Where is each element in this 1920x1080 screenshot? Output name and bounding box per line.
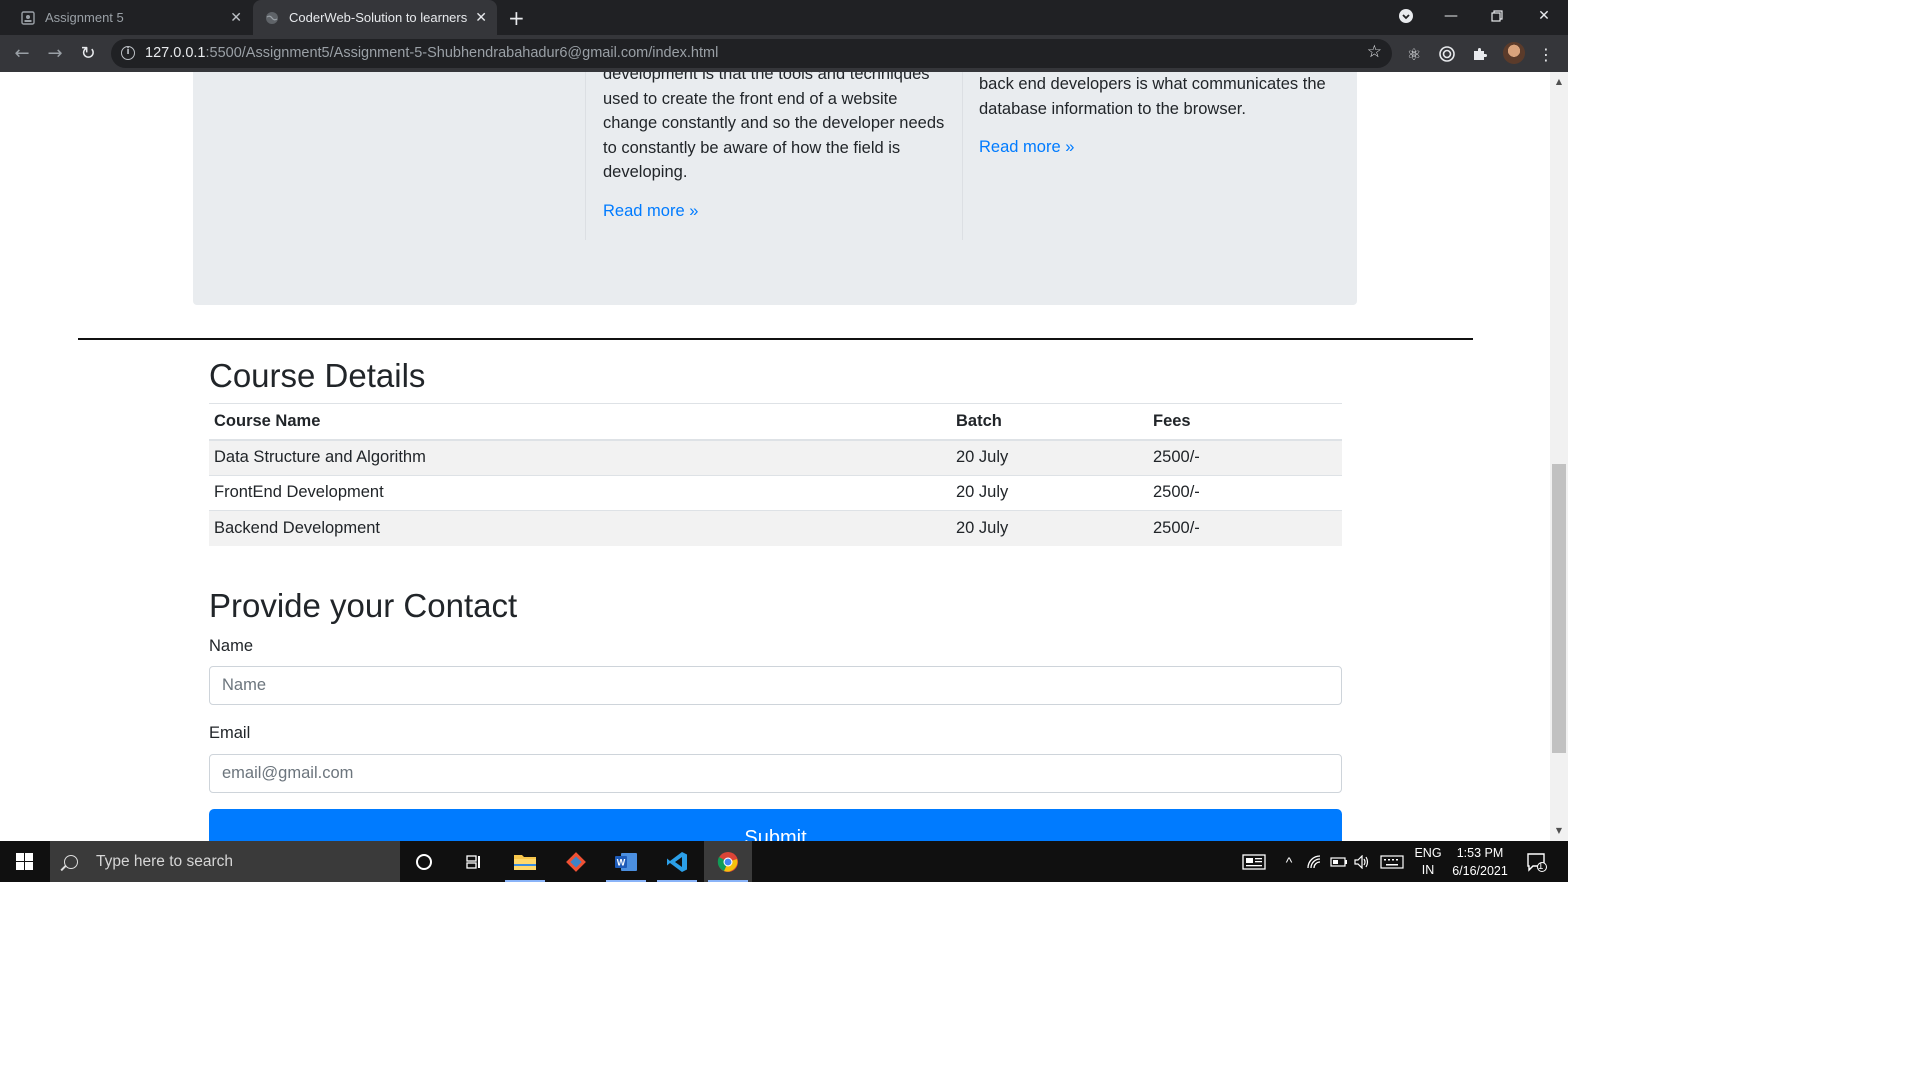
course-table: Course Name Batch Fees Data Structure an… (209, 403, 1342, 546)
show-hidden-icons-chevron-icon[interactable]: ^ (1280, 841, 1298, 882)
page-icon (21, 10, 35, 25)
table-row: Backend Development 20 July 2500/- (209, 510, 1342, 546)
extensions-puzzle-icon[interactable] (1469, 43, 1491, 65)
tab-title: CoderWeb-Solution to learners (289, 10, 468, 25)
task-view-icon[interactable] (450, 841, 498, 882)
column-header: Fees (1148, 403, 1342, 441)
batch-cell: 20 July (951, 439, 1148, 475)
globe-icon (265, 11, 279, 25)
reload-icon[interactable]: ↻ (73, 35, 103, 72)
cortana-icon[interactable] (400, 841, 448, 882)
back-icon[interactable]: ← (7, 35, 37, 72)
column-divider (962, 72, 963, 240)
extension-target-icon[interactable] (1436, 43, 1458, 65)
react-devtools-icon[interactable]: ⚛ (1403, 43, 1425, 65)
course-name-cell: Data Structure and Algorithm (209, 439, 951, 475)
input-language-indicator[interactable]: ENG IN (1410, 841, 1446, 882)
column-header: Batch (951, 403, 1148, 441)
read-more-link[interactable]: Read more » (979, 138, 1074, 157)
name-input[interactable] (209, 666, 1342, 705)
page-viewport: development is that the tools and techni… (0, 72, 1550, 841)
fees-cell: 2500/- (1148, 474, 1342, 511)
keyboard-icon[interactable] (1378, 841, 1406, 882)
menu-kebab-icon[interactable]: ⋮ (1535, 43, 1557, 65)
close-tab-icon[interactable]: ✕ (475, 9, 487, 26)
taskbar-search-box[interactable]: Type here to search (50, 841, 400, 882)
word-icon[interactable]: W (602, 841, 650, 882)
address-bar[interactable]: i 127.0.0.1:5500/Assignment5/Assignment-… (111, 39, 1392, 68)
clock-time: 1:53 PM (1456, 845, 1504, 860)
tab-title: Assignment 5 (45, 10, 124, 25)
bookmark-star-icon[interactable]: ☆ (1367, 42, 1382, 62)
browser-toolbar: ← → ↻ i 127.0.0.1:5500/Assignment5/Assig… (0, 35, 1568, 72)
course-name-cell: Backend Development (209, 510, 951, 546)
fees-cell: 2500/- (1148, 510, 1342, 546)
page-scrollbar[interactable]: ▲ ▼ (1550, 72, 1568, 841)
email-input[interactable] (209, 754, 1342, 793)
fees-cell: 2500/- (1148, 439, 1342, 475)
column-header: Course Name (209, 403, 951, 441)
search-icon (64, 854, 78, 869)
course-details-heading: Course Details (209, 357, 426, 394)
minimize-icon[interactable]: — (1428, 0, 1474, 32)
profile-avatar[interactable] (1503, 42, 1525, 64)
close-window-icon[interactable]: ✕ (1521, 0, 1567, 32)
restore-icon[interactable] (1474, 0, 1520, 32)
browser-tab-bar: Assignment 5 ✕ CoderWeb-Solution to lear… (0, 0, 1568, 35)
search-placeholder: Type here to search (96, 852, 233, 870)
file-explorer-icon[interactable] (501, 841, 549, 882)
tab-search-icon[interactable] (1383, 0, 1429, 32)
frontend-description: development is that the tools and techni… (603, 72, 945, 181)
section-divider (78, 338, 1473, 340)
wifi-icon[interactable] (1305, 841, 1325, 882)
batch-cell: 20 July (951, 474, 1148, 511)
battery-icon[interactable] (1329, 841, 1349, 882)
svg-text:W: W (617, 857, 626, 867)
news-widget-icon[interactable] (1238, 841, 1270, 882)
scroll-down-arrow-icon[interactable]: ▼ (1550, 823, 1568, 839)
git-icon[interactable] (552, 841, 600, 882)
scrollbar-thumb[interactable] (1552, 464, 1566, 753)
tab-assignment-5[interactable]: Assignment 5 ✕ (8, 0, 248, 35)
vscode-icon[interactable] (653, 841, 701, 882)
table-row: Data Structure and Algorithm 20 July 250… (209, 439, 1342, 475)
clock-date: 6/16/2021 (1452, 863, 1508, 878)
clock[interactable]: 1:53 PM 6/16/2021 (1447, 841, 1513, 882)
notification-count-badge: 1 (1538, 861, 1544, 872)
backend-description: back end developers is what communicates… (979, 75, 1326, 118)
region-code: IN (1421, 862, 1435, 877)
column-divider (585, 72, 586, 240)
email-label: Email (209, 724, 251, 742)
volume-icon[interactable] (1352, 841, 1372, 882)
table-row: FrontEnd Development 20 July 2500/- (209, 474, 1342, 511)
close-tab-icon[interactable]: ✕ (230, 9, 242, 26)
chrome-icon[interactable] (704, 841, 752, 882)
new-tab-icon[interactable]: + (508, 6, 525, 30)
batch-cell: 20 July (951, 510, 1148, 546)
forward-icon[interactable]: → (40, 35, 70, 72)
windows-start-icon[interactable] (0, 841, 48, 882)
tab-coderweb[interactable]: CoderWeb-Solution to learners ✕ (253, 0, 497, 35)
language-code: ENG (1414, 845, 1442, 860)
scroll-up-arrow-icon[interactable]: ▲ (1550, 74, 1568, 90)
course-name-cell: FrontEnd Development (209, 474, 951, 511)
info-icon[interactable]: i (121, 46, 135, 60)
contact-heading: Provide your Contact (209, 587, 518, 624)
windows-taskbar: Type here to search W ^ ENG IN 1:53 PM 6… (0, 841, 1568, 882)
submit-button[interactable]: Submit (209, 809, 1342, 841)
notification-center-icon[interactable]: 1 (1522, 841, 1552, 882)
table-header-row: Course Name Batch Fees (209, 403, 1342, 441)
url-text[interactable]: 127.0.0.1:5500/Assignment5/Assignment-5-… (145, 45, 718, 61)
name-label: Name (209, 637, 254, 655)
read-more-link[interactable]: Read more » (603, 202, 698, 221)
